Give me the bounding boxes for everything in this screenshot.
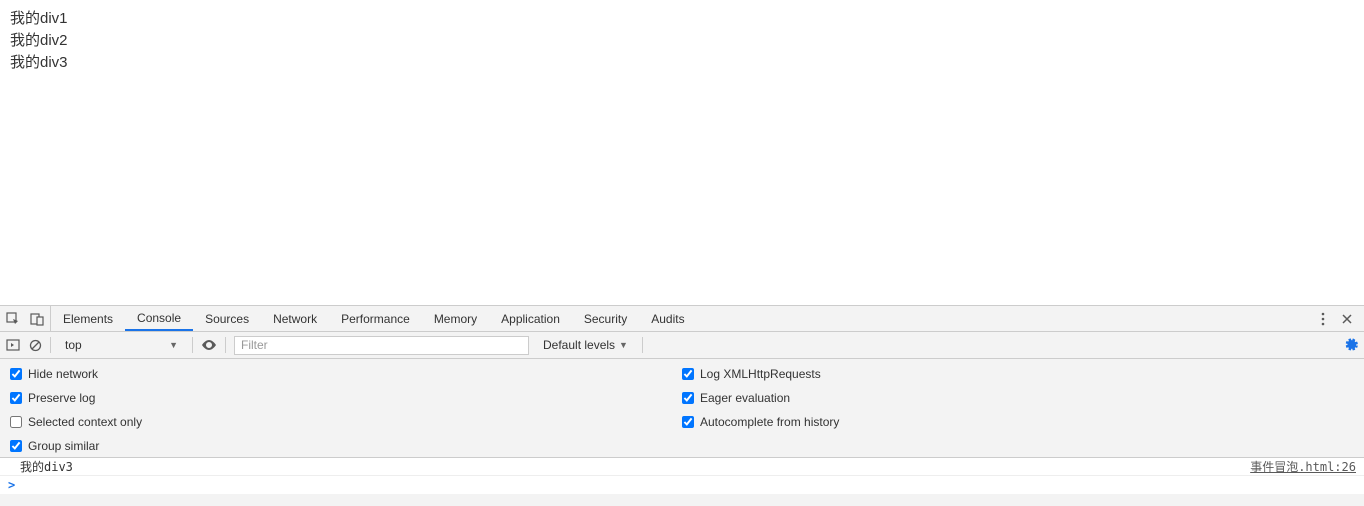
tab-network[interactable]: Network: [261, 306, 329, 331]
setting-group-similar[interactable]: Group similar: [10, 439, 682, 453]
console-log-row: 我的div3 事件冒泡.html:26: [0, 458, 1364, 476]
tab-memory[interactable]: Memory: [422, 306, 489, 331]
chevron-down-icon: ▼: [169, 340, 178, 350]
setting-preserve-log[interactable]: Preserve log: [10, 391, 682, 405]
close-icon[interactable]: [1340, 312, 1354, 326]
separator: [192, 337, 193, 353]
log-levels-select[interactable]: Default levels ▼: [537, 338, 634, 352]
checkbox[interactable]: [10, 392, 22, 404]
separator: [225, 337, 226, 353]
console-prompt[interactable]: >: [0, 476, 1364, 494]
tab-audits[interactable]: Audits: [639, 306, 696, 331]
context-select[interactable]: top ▼: [59, 335, 184, 355]
checkbox[interactable]: [682, 368, 694, 380]
checkbox[interactable]: [10, 368, 22, 380]
setting-label: Group similar: [28, 439, 99, 453]
checkbox[interactable]: [10, 416, 22, 428]
devtools-tab-bar: Elements Console Sources Network Perform…: [0, 306, 1364, 332]
settings-gear-icon[interactable]: [1344, 338, 1358, 352]
console-source-link[interactable]: 事件冒泡.html:26: [1250, 458, 1356, 475]
page-content: 我的div1 我的div2 我的div3: [0, 0, 1364, 82]
more-icon[interactable]: [1316, 312, 1330, 326]
clear-console-icon[interactable]: [28, 338, 42, 352]
separator: [50, 337, 51, 353]
console-toolbar: top ▼ Filter Default levels ▼: [0, 332, 1364, 359]
prompt-caret-icon: >: [8, 478, 15, 492]
separator: [642, 337, 643, 353]
checkbox[interactable]: [10, 440, 22, 452]
devtools-panel: Elements Console Sources Network Perform…: [0, 305, 1364, 506]
setting-label: Eager evaluation: [700, 391, 790, 405]
context-select-value: top: [65, 338, 82, 352]
inspect-icon[interactable]: [6, 312, 20, 326]
live-expression-icon[interactable]: [201, 340, 217, 350]
tab-sources[interactable]: Sources: [193, 306, 261, 331]
tab-security[interactable]: Security: [572, 306, 639, 331]
page-text-line: 我的div3: [10, 52, 1354, 73]
setting-hide-network[interactable]: Hide network: [10, 367, 682, 381]
console-message: 我的div3: [20, 458, 73, 475]
tab-application[interactable]: Application: [489, 306, 572, 331]
checkbox[interactable]: [682, 416, 694, 428]
console-settings: Hide network Preserve log Selected conte…: [0, 359, 1364, 458]
setting-label: Hide network: [28, 367, 98, 381]
sidebar-toggle-icon[interactable]: [6, 338, 20, 352]
setting-label: Autocomplete from history: [700, 415, 839, 429]
setting-label: Selected context only: [28, 415, 142, 429]
chevron-down-icon: ▼: [619, 340, 628, 350]
filter-input[interactable]: Filter: [234, 336, 529, 355]
setting-label: Log XMLHttpRequests: [700, 367, 821, 381]
log-levels-label: Default levels: [543, 338, 615, 352]
tab-console[interactable]: Console: [125, 306, 193, 331]
page-text-line: 我的div2: [10, 30, 1354, 51]
checkbox[interactable]: [682, 392, 694, 404]
setting-autocomplete-history[interactable]: Autocomplete from history: [682, 415, 1354, 429]
setting-selected-context[interactable]: Selected context only: [10, 415, 682, 429]
setting-eager-eval[interactable]: Eager evaluation: [682, 391, 1354, 405]
device-toggle-icon[interactable]: [30, 312, 44, 326]
setting-label: Preserve log: [28, 391, 95, 405]
filter-placeholder: Filter: [241, 338, 268, 352]
setting-log-xhr[interactable]: Log XMLHttpRequests: [682, 367, 1354, 381]
page-text-line: 我的div1: [10, 8, 1354, 29]
tab-elements[interactable]: Elements: [51, 306, 125, 331]
tab-performance[interactable]: Performance: [329, 306, 422, 331]
